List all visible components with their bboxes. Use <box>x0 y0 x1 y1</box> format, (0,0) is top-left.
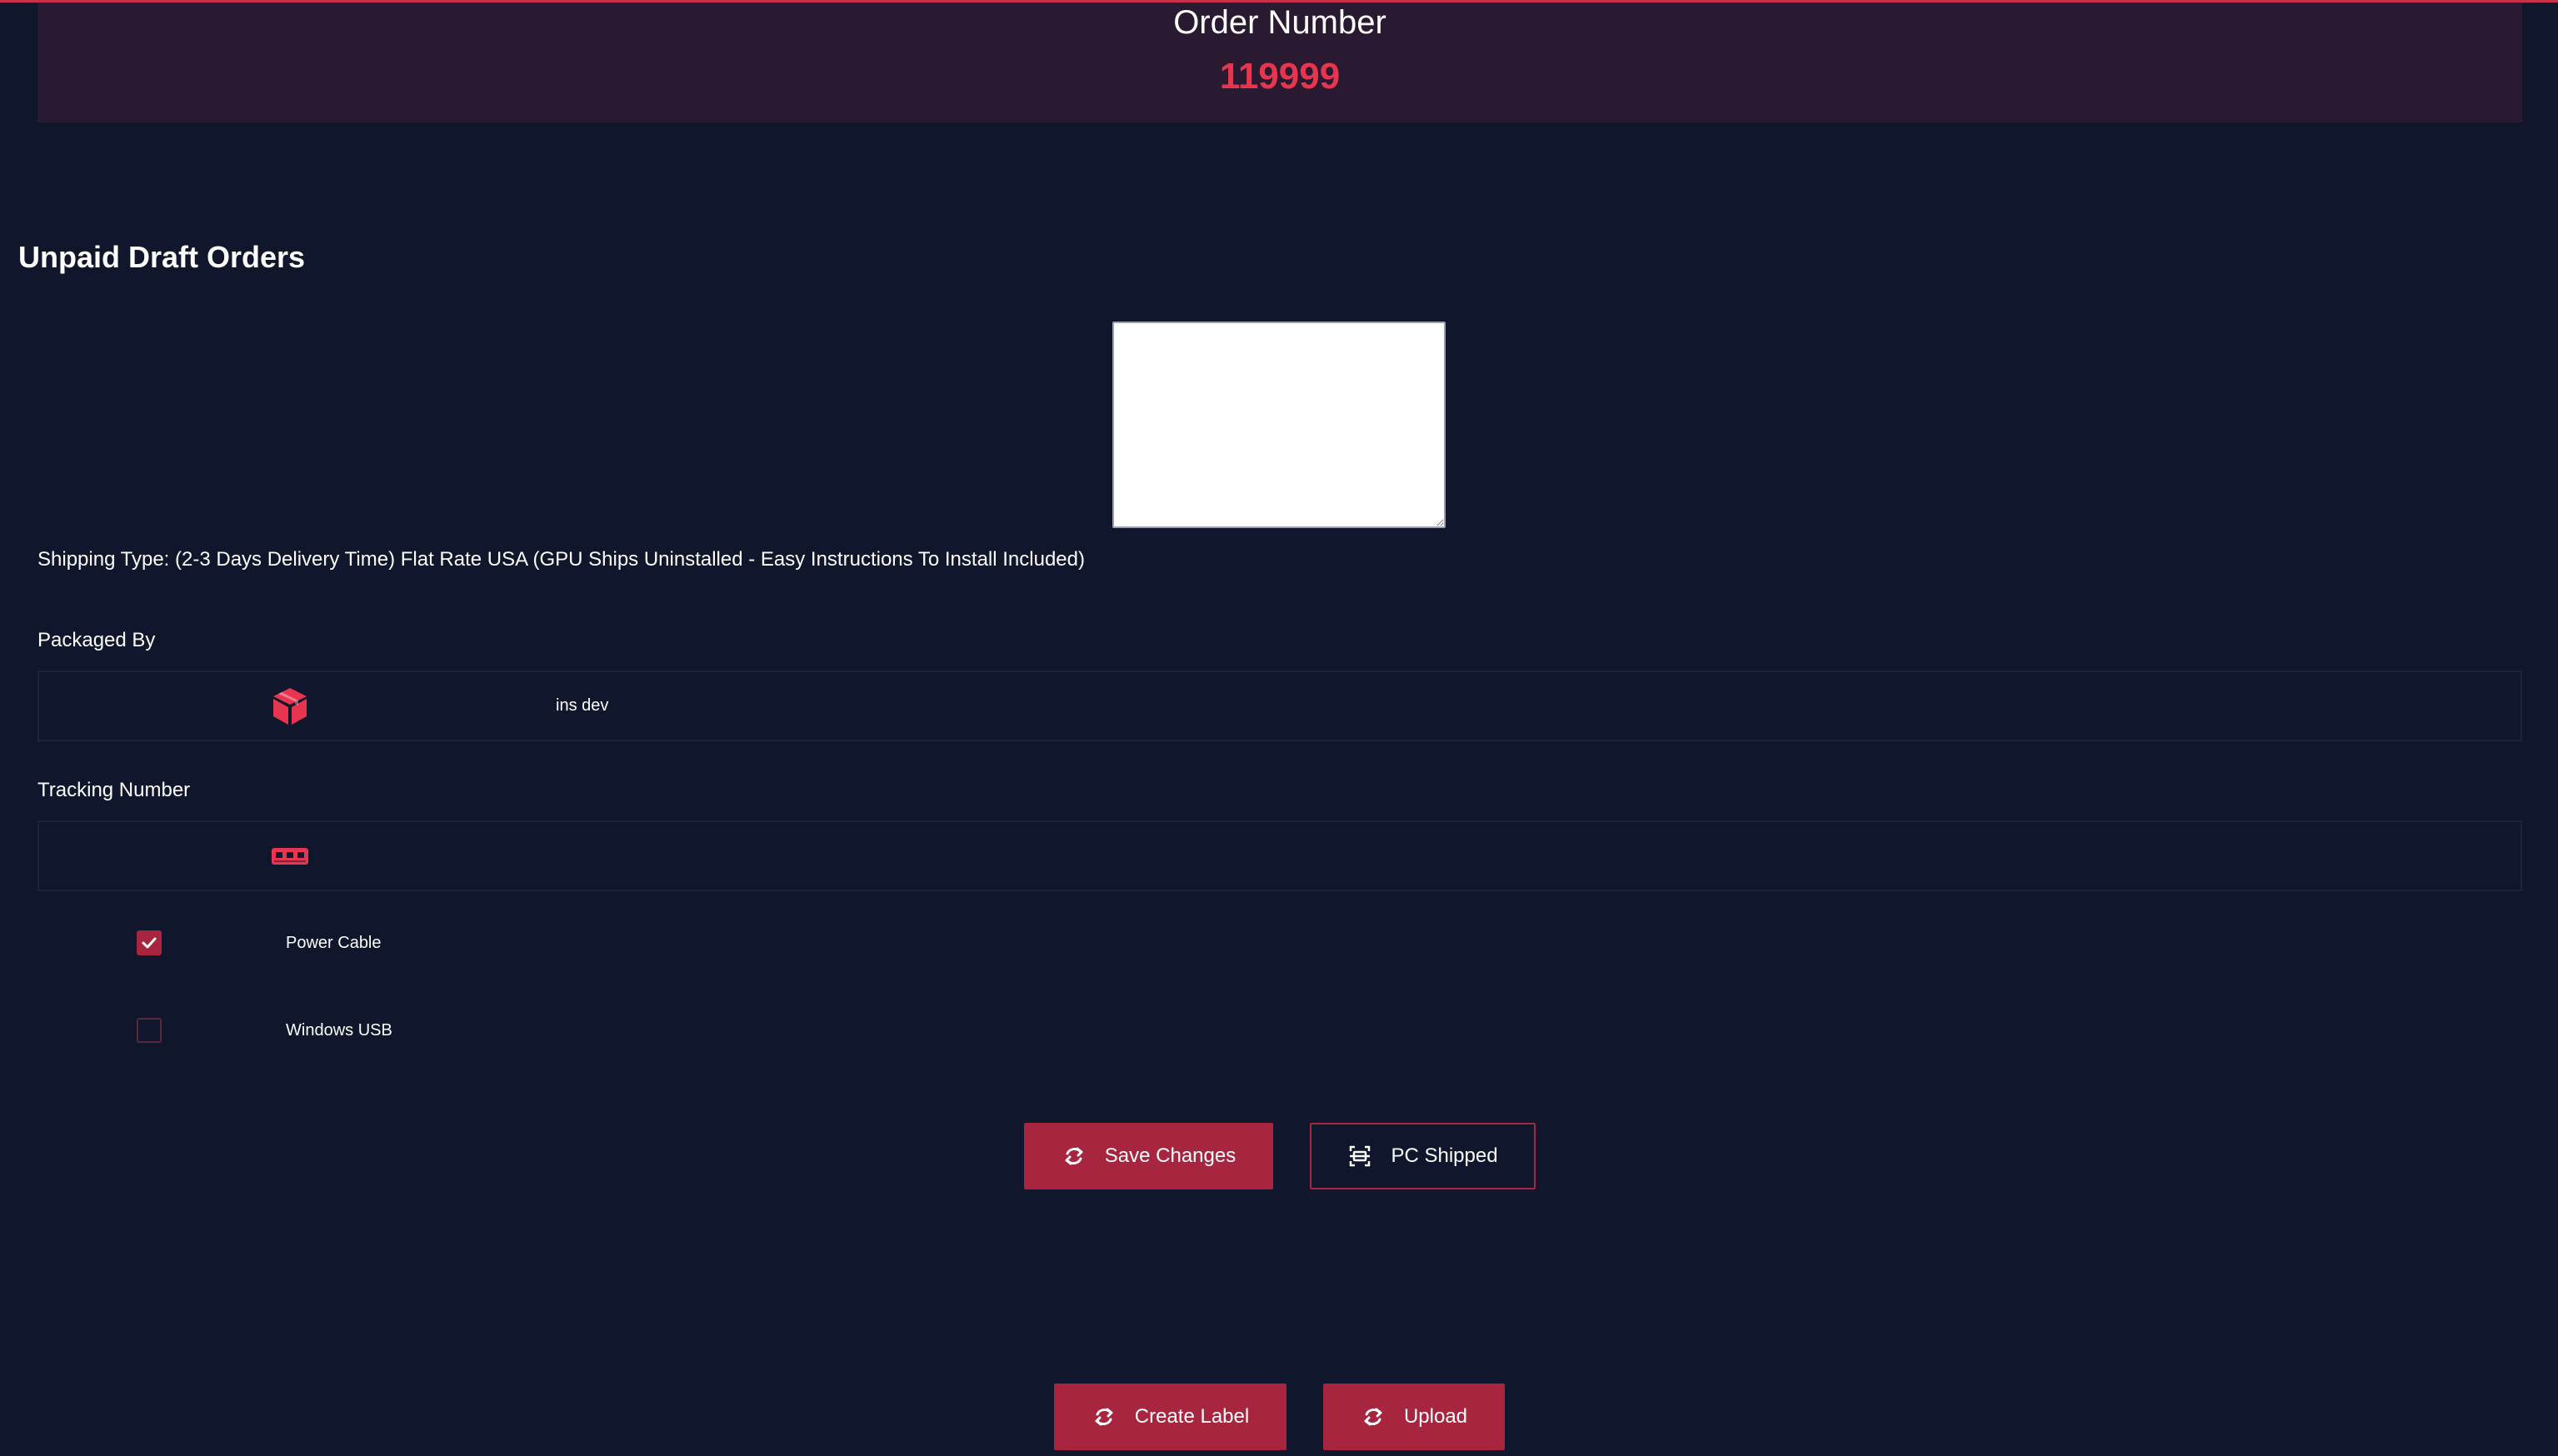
shipping-type-text: Shipping Type: (2-3 Days Delivery Time) … <box>37 548 1085 571</box>
scan-icon <box>1347 1144 1372 1169</box>
packaged-by-label: Packaged By <box>37 629 156 651</box>
power-cable-label: Power Cable <box>286 934 382 952</box>
order-number-title: Order Number <box>1173 4 1386 41</box>
packaged-by-value: ins dev <box>556 696 609 715</box>
tracking-number-label: Tracking Number <box>37 779 191 801</box>
upload-label: Upload <box>1403 1405 1468 1428</box>
tracking-number-field <box>37 820 2522 891</box>
save-changes-label: Save Changes <box>1104 1144 1237 1167</box>
checklist-item-power-cable[interactable]: Power Cable <box>0 927 667 960</box>
tracking-number-input[interactable] <box>556 837 2476 875</box>
pc-shipped-button[interactable]: PC Shipped <box>1310 1123 1536 1189</box>
notes-textarea[interactable] <box>1112 322 1446 528</box>
section-title: Unpaid Draft Orders <box>18 240 306 274</box>
windows-usb-label: Windows USB <box>286 1021 392 1040</box>
pc-shipped-label: PC Shipped <box>1391 1144 1498 1167</box>
order-banner: Order Number 119999 <box>37 2 2522 122</box>
packaged-by-field[interactable]: ins dev <box>37 671 2522 741</box>
refresh-icon <box>1062 1144 1087 1169</box>
box-icon <box>269 686 311 727</box>
power-cable-checkbox[interactable] <box>137 930 162 955</box>
create-label-button[interactable]: Create Label <box>1054 1384 1286 1450</box>
upload-button[interactable]: Upload <box>1323 1384 1505 1450</box>
barcode-icon <box>269 835 311 877</box>
save-changes-button[interactable]: Save Changes <box>1024 1123 1273 1189</box>
windows-usb-checkbox[interactable] <box>137 1018 162 1043</box>
check-icon <box>142 937 157 949</box>
refresh-icon <box>1361 1404 1386 1429</box>
checklist-item-windows-usb[interactable]: Windows USB <box>0 1015 667 1048</box>
refresh-icon <box>1092 1404 1117 1429</box>
create-label-label: Create Label <box>1134 1405 1250 1428</box>
order-number-value: 119999 <box>1219 56 1341 97</box>
